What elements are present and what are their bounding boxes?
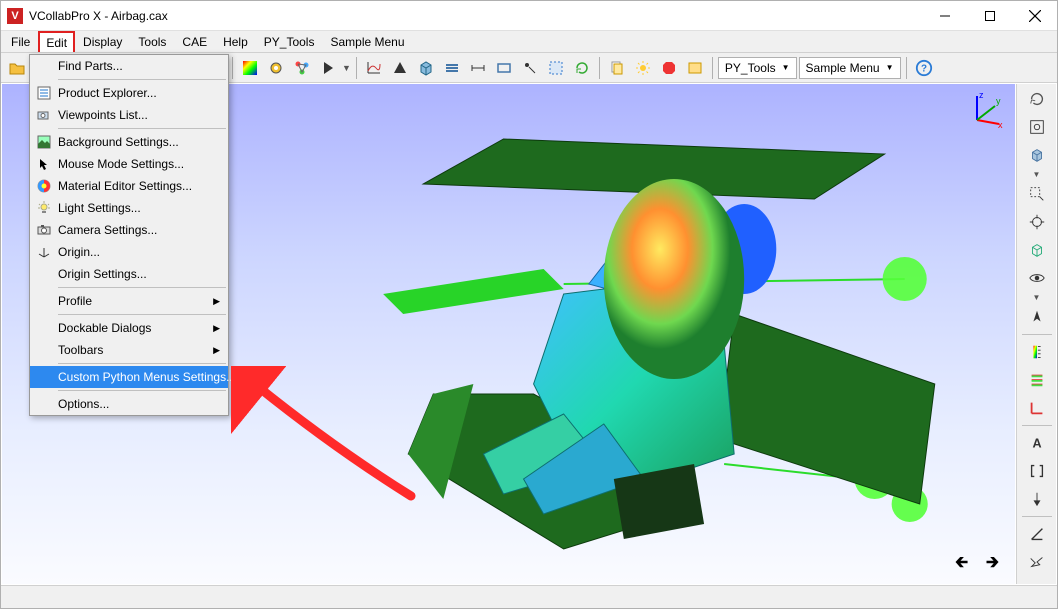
menu-cae[interactable]: CAE (174, 31, 215, 52)
toolbar-sample-combo[interactable]: Sample Menu▼ (799, 57, 901, 79)
menu-background-settings[interactable]: Background Settings... (30, 131, 228, 153)
toolbar-pytools-combo[interactable]: PY_Tools▼ (718, 57, 797, 79)
selection-icon[interactable] (544, 56, 568, 80)
bars-icon[interactable] (1023, 367, 1051, 393)
menu-edit[interactable]: Edit (38, 31, 75, 52)
status-bar (1, 585, 1057, 608)
menu-bar: File Edit Display Tools CAE Help PY_Tool… (1, 31, 1057, 53)
fit-icon[interactable] (1023, 114, 1051, 140)
axis-z-label: z (979, 90, 984, 100)
right-toolbar: ▼ ▼ A (1016, 84, 1056, 584)
rotate-icon[interactable] (1023, 86, 1051, 112)
window-title: VCollabPro X - Airbag.cax (29, 9, 922, 23)
menu-find-parts[interactable]: Find Parts... (30, 55, 228, 77)
axis-y-label: y (996, 96, 1001, 106)
text-icon[interactable]: A (1023, 430, 1051, 456)
menu-display[interactable]: Display (75, 31, 130, 52)
menu-camera-settings[interactable]: Camera Settings... (30, 219, 228, 241)
svg-text:?: ? (920, 63, 926, 74)
menu-tools[interactable]: Tools (130, 31, 174, 52)
menu-profile[interactable]: Profile▶ (30, 290, 228, 312)
next-arrow-icon[interactable]: 🡲 (986, 551, 999, 578)
folder2-icon[interactable] (683, 56, 707, 80)
minimize-button[interactable] (922, 1, 967, 30)
target-icon[interactable] (1023, 209, 1051, 235)
axes-triad: z y x (965, 90, 1005, 130)
zoom-box-icon[interactable] (1023, 181, 1051, 207)
sun-icon[interactable] (631, 56, 655, 80)
rainbow-box-icon[interactable] (238, 56, 262, 80)
menu-product-explorer[interactable]: Product Explorer... (30, 82, 228, 104)
menu-options[interactable]: Options... (30, 393, 228, 415)
menu-custom-python-menus-settings[interactable]: Custom Python Menus Settings... (30, 366, 228, 388)
gear-icon[interactable] (264, 56, 288, 80)
dot-tool-icon[interactable] (518, 56, 542, 80)
axis-red-icon[interactable] (1023, 395, 1051, 421)
width-icon[interactable] (466, 56, 490, 80)
copy-icon[interactable] (605, 56, 629, 80)
menu-toolbars[interactable]: Toolbars▶ (30, 339, 228, 361)
legend-icon[interactable] (1023, 339, 1051, 365)
play-icon[interactable] (316, 56, 340, 80)
triangle-icon[interactable] (388, 56, 412, 80)
menu-pytools[interactable]: PY_Tools (256, 31, 323, 52)
eye-icon[interactable] (1023, 265, 1051, 291)
title-bar: V VCollabPro X - Airbag.cax (1, 1, 1057, 31)
prev-arrow-icon[interactable]: 🡰 (955, 551, 968, 578)
cube-icon[interactable] (414, 56, 438, 80)
help-icon[interactable]: ? (912, 56, 936, 80)
cube-shade-icon[interactable] (1023, 142, 1051, 168)
north-icon[interactable] (1023, 304, 1051, 330)
graph-icon[interactable] (362, 56, 386, 80)
stop-icon[interactable] (657, 56, 681, 80)
layers-icon[interactable] (440, 56, 464, 80)
menu-light-settings[interactable]: Light Settings... (30, 197, 228, 219)
menu-origin-settings[interactable]: Origin Settings... (30, 263, 228, 285)
close-button[interactable] (1012, 1, 1057, 30)
refresh-icon[interactable] (570, 56, 594, 80)
edit-menu-dropdown: Find Parts... Product Explorer... Viewpo… (29, 54, 229, 416)
menu-material-editor-settings[interactable]: Material Editor Settings... (30, 175, 228, 197)
menu-sample[interactable]: Sample Menu (322, 31, 412, 52)
zigzag-icon[interactable] (1023, 549, 1051, 575)
menu-mouse-mode-settings[interactable]: Mouse Mode Settings... (30, 153, 228, 175)
box-blue-icon[interactable] (492, 56, 516, 80)
svg-text:A: A (1032, 437, 1041, 451)
menu-dockable-dialogs[interactable]: Dockable Dialogs▶ (30, 317, 228, 339)
app-icon: V (7, 8, 23, 24)
maximize-button[interactable] (967, 1, 1012, 30)
pin-icon[interactable] (1023, 486, 1051, 512)
menu-viewpoints-list[interactable]: Viewpoints List... (30, 104, 228, 126)
menu-help[interactable]: Help (215, 31, 256, 52)
brackets-icon[interactable] (1023, 458, 1051, 484)
menu-file[interactable]: File (3, 31, 38, 52)
cube-wire-icon[interactable] (1023, 237, 1051, 263)
axis-x-label: x (998, 120, 1003, 130)
open-icon[interactable] (5, 56, 29, 80)
angle-icon[interactable] (1023, 521, 1051, 547)
menu-origin[interactable]: Origin... (30, 241, 228, 263)
molecule-icon[interactable] (290, 56, 314, 80)
